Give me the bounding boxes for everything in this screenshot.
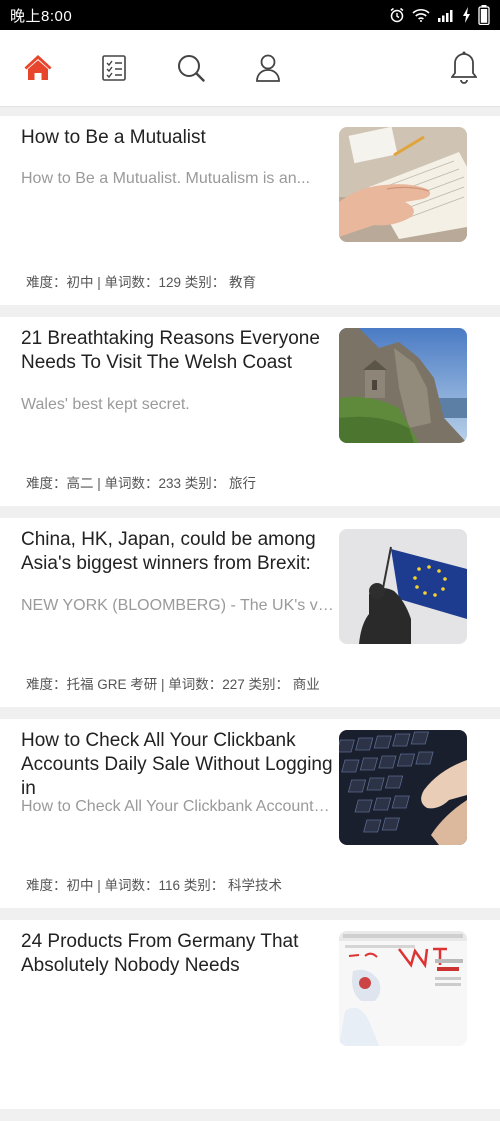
article-summary: Wales' best kept secret.	[21, 396, 190, 413]
article-card[interactable]: China, HK, Japan, could be among Asia's …	[0, 518, 500, 707]
status-bar: 晚上8:00	[0, 0, 500, 30]
article-summary: How to Be a Mutualist. Mutualism is an..…	[21, 170, 310, 187]
alarm-icon	[389, 7, 405, 23]
top-nav-bar	[0, 30, 500, 126]
nav-profile[interactable]	[243, 30, 293, 106]
checklist-icon	[101, 54, 127, 82]
article-title[interactable]: How to Be a Mutualist	[21, 126, 336, 150]
article-card[interactable]: How to Be a Mutualist How to Be a Mutual…	[0, 116, 500, 305]
article-meta: 难度：高二 | 单词数：233 类别： 旅行	[26, 476, 257, 491]
article-summary: NEW YORK (BLOOMBERG) - The UK's vote to.…	[21, 597, 336, 614]
article-feed: How to Be a Mutualist How to Be a Mutual…	[0, 116, 500, 1121]
person-icon	[254, 53, 282, 83]
home-icon	[23, 53, 53, 83]
article-thumbnail[interactable]	[339, 529, 467, 644]
article-thumbnail[interactable]	[339, 328, 467, 443]
battery-icon	[478, 5, 490, 25]
nav-tasks[interactable]	[89, 30, 139, 106]
charging-icon	[462, 7, 471, 23]
article-card[interactable]: How to Check All Your Clickbank Accounts…	[0, 719, 500, 908]
nav-notifications[interactable]	[439, 30, 489, 106]
article-title[interactable]: 21 Breathtaking Reasons Everyone Needs T…	[21, 327, 336, 375]
article-card[interactable]: 21 Breathtaking Reasons Everyone Needs T…	[0, 317, 500, 506]
article-meta: 难度：托福 GRE 考研 | 单词数：227 类别： 商业	[26, 677, 320, 692]
article-summary: How to Check All Your Clickbank Accounts…	[21, 798, 336, 815]
wifi-icon	[412, 8, 430, 22]
nav-home[interactable]	[13, 30, 63, 106]
article-meta: 难度：初中 | 单词数：129 类别： 教育	[26, 275, 257, 290]
article-title[interactable]: China, HK, Japan, could be among Asia's …	[21, 528, 336, 576]
article-thumbnail[interactable]	[339, 730, 467, 845]
article-thumbnail[interactable]	[339, 931, 467, 1046]
signal-icon	[437, 8, 455, 22]
article-card[interactable]: 24 Products From Germany That Absolutely…	[0, 920, 500, 1109]
search-icon	[176, 53, 206, 83]
article-thumbnail[interactable]	[339, 127, 467, 242]
status-icons	[389, 5, 490, 25]
nav-search[interactable]	[166, 30, 216, 106]
article-meta: 难度：初中 | 单词数：116 类别： 科学技术	[26, 878, 283, 893]
bell-icon	[451, 51, 477, 85]
article-title[interactable]: 24 Products From Germany That Absolutely…	[21, 930, 336, 978]
status-time: 晚上8:00	[10, 7, 73, 25]
article-title[interactable]: How to Check All Your Clickbank Accounts…	[21, 729, 336, 801]
